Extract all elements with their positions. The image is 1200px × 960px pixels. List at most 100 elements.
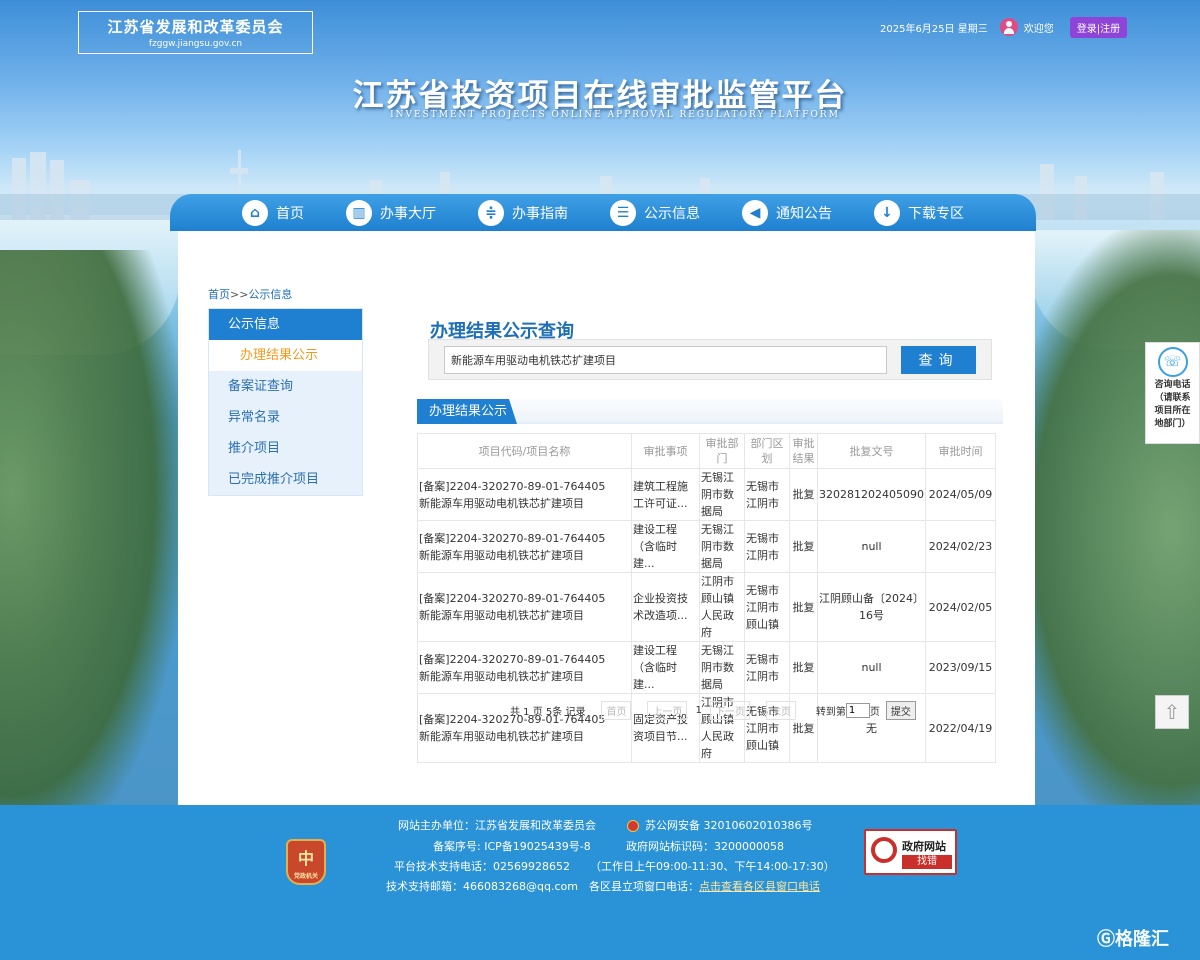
window-phone-link[interactable]: 点击查看各区县窗口电话 — [699, 880, 820, 893]
col-item: 审批事项 — [631, 433, 700, 469]
doc-number: null — [817, 520, 926, 573]
org-url: fzggw.jiangsu.gov.cn — [148, 39, 243, 49]
project-name[interactable]: 新能源车用驱动电机铁芯扩建项目 — [419, 547, 630, 564]
sidebar-item-completed-promotions[interactable]: 已完成推介项目 — [209, 464, 362, 495]
pager-current: 1 — [695, 705, 702, 716]
pager-submit-button[interactable]: 提交 — [885, 701, 916, 720]
pagination: 共 1 页 5条 记录 首页 上一页 1 下一页 末页 转到第 页 提交 — [510, 701, 916, 720]
pager-prev-button[interactable]: 上一页 — [647, 701, 688, 720]
consult-phone-widget[interactable]: ☏ 咨询电话 （请联系 项目所在 地部门） — [1145, 342, 1200, 444]
approval-date: 2024/02/23 — [925, 520, 996, 573]
main-nav: ⌂ 首页 ▥ 办事大厅 ≑ 办事指南 ☰ 公示信息 ◀ 通知公告 ↓ 下载专区 — [170, 194, 1036, 231]
party-gov-badge-icon[interactable]: 中党政机关 — [286, 839, 326, 885]
consult-line1: 咨询电话 — [1154, 380, 1191, 390]
table-row[interactable]: [备案]2204-320270-89-01-764405 新能源车用驱动电机铁芯扩… — [417, 641, 996, 694]
table-row[interactable]: [备案]2204-320270-89-01-764405 新能源车用驱动电机铁芯扩… — [417, 520, 996, 573]
nav-home[interactable]: ⌂ 首页 — [242, 199, 304, 226]
footer: 中党政机关 网站主办单位：江苏省发展和改革委员会 苏公网安备 320106020… — [0, 805, 1200, 960]
breadcrumb: 首页>>公示信息 — [208, 286, 292, 302]
gov-website-error-badge[interactable]: 政府网站 找错 — [864, 829, 957, 875]
approval-dept: 无锡江阴市数据局 — [699, 468, 745, 521]
approval-date: 2022/04/19 — [925, 693, 996, 763]
police-badge-icon — [627, 820, 639, 832]
nav-service-hall[interactable]: ▥ 办事大厅 — [346, 199, 436, 226]
phone-icon: ☏ — [1157, 347, 1188, 377]
search-input[interactable] — [444, 346, 887, 374]
project-name[interactable]: 新能源车用驱动电机铁芯扩建项目 — [419, 728, 630, 745]
sidebar-title[interactable]: 公示信息 — [209, 309, 362, 340]
breadcrumb-home[interactable]: 首页 — [208, 288, 230, 301]
sidebar-item-abnormal-list[interactable]: 异常名录 — [209, 402, 362, 433]
approval-dept: 无锡江阴市数据局 — [699, 641, 745, 694]
approval-result: 批复 — [789, 572, 818, 642]
welcome-text: 欢迎您 — [1023, 23, 1054, 35]
land-left — [0, 250, 180, 805]
doc-number: 320281202405090... — [817, 468, 926, 521]
guide-icon: ≑ — [478, 199, 504, 226]
table-header-row: 项目代码/项目名称 审批事项 审批部门 部门区划 审批结果 批复文号 审批时间 — [417, 433, 996, 469]
footer-icp[interactable]: 备案序号: ICP备19025439号-8 — [433, 838, 591, 854]
project-name[interactable]: 新能源车用驱动电机铁芯扩建项目 — [419, 495, 630, 512]
results-section-bar: 办理结果公示 — [417, 399, 1003, 424]
login-register-button[interactable]: 登录|注册 — [1069, 16, 1128, 38]
approval-date: 2023/09/15 — [925, 641, 996, 694]
doc-number: null — [817, 641, 926, 694]
approval-date: 2024/05/09 — [925, 468, 996, 521]
col-dept: 审批部门 — [699, 433, 745, 469]
nav-downloads[interactable]: ↓ 下载专区 — [874, 199, 964, 226]
arrow-up-icon: ⇧ — [1163, 700, 1181, 724]
nav-label: 办事指南 — [512, 205, 568, 222]
table-row[interactable]: [备案]2204-320270-89-01-764405 新能源车用驱动电机铁芯扩… — [417, 572, 996, 642]
project-code[interactable]: [备案]2204-320270-89-01-764405 — [419, 530, 630, 547]
footer-gov-id: 政府网站标识码：3200000058 — [626, 840, 784, 853]
pager-last-button[interactable]: 末页 — [765, 701, 796, 720]
nav-notices[interactable]: ◀ 通知公告 — [742, 199, 832, 226]
footer-sponsor: 网站主办单位：江苏省发展和改革委员会 — [398, 819, 596, 832]
pager-next-button[interactable]: 下一页 — [709, 701, 750, 720]
dept-region: 无锡市江阴市 — [744, 520, 790, 573]
sidebar-item-record-query[interactable]: 备案证查询 — [209, 371, 362, 402]
sidebar-item-promoted-projects[interactable]: 推介项目 — [209, 433, 362, 464]
site-logo[interactable]: 江苏省发展和改革委员会 fzggw.jiangsu.gov.cn — [78, 11, 313, 54]
sidebar-item-result-publicity[interactable]: 办理结果公示 — [209, 340, 362, 371]
platform-title: 江苏省投资项目在线审批监管平台 — [352, 78, 848, 114]
back-to-top-button[interactable]: ⇧ — [1155, 695, 1189, 729]
nav-public-info[interactable]: ☰ 公示信息 — [610, 199, 700, 226]
nav-guide[interactable]: ≑ 办事指南 — [478, 199, 568, 226]
platform-subtitle: INVESTMENT PROJECTS ONLINE APPROVAL REGU… — [390, 110, 840, 120]
footer-tech-phone: 平台技术支持电话：02569928652 — [394, 860, 570, 873]
approval-item: 建筑工程施工许可证... — [631, 468, 700, 521]
nav-label: 办事大厅 — [380, 205, 436, 222]
footer-police-record[interactable]: 苏公网安备 32010602010386号 — [627, 817, 812, 833]
col-region: 部门区划 — [744, 433, 790, 469]
approval-item: 建设工程（含临时建... — [631, 641, 700, 694]
col-doc-number: 批复文号 — [817, 433, 926, 469]
gov-badge-action: 找错 — [902, 855, 952, 869]
footer-tech-email: 技术支持邮箱：466083268@qq.com — [386, 880, 578, 893]
watermark-text: 格隆汇 — [1115, 929, 1169, 950]
project-code[interactable]: [备案]2204-320270-89-01-764405 — [419, 590, 630, 607]
query-button[interactable]: 查询 — [901, 346, 976, 374]
pager-goto-input[interactable] — [845, 703, 870, 718]
project-code[interactable]: [备案]2204-320270-89-01-764405 — [419, 478, 630, 495]
gov-badge-title: 政府网站 — [902, 840, 946, 853]
pager-first-button[interactable]: 首页 — [601, 701, 632, 720]
project-name[interactable]: 新能源车用驱动电机铁芯扩建项目 — [419, 668, 630, 685]
approval-dept: 无锡江阴市数据局 — [699, 520, 745, 573]
project-name[interactable]: 新能源车用驱动电机铁芯扩建项目 — [419, 607, 630, 624]
dept-region: 无锡市江阴市 — [744, 468, 790, 521]
results-tab[interactable]: 办理结果公示 — [417, 399, 517, 424]
project-code[interactable]: [备案]2204-320270-89-01-764405 — [419, 651, 630, 668]
doc-number: 江阴顾山备〔2024〕16号 — [817, 572, 926, 642]
approval-item: 建设工程（含临时建... — [631, 520, 700, 573]
breadcrumb-current[interactable]: 公示信息 — [248, 288, 292, 301]
footer-hours: （工作日上午09:00-11:30、下午14:00-17:30） — [590, 860, 835, 873]
approval-result: 批复 — [789, 468, 818, 521]
approval-item: 企业投资技术改造项... — [631, 572, 700, 642]
table-row[interactable]: [备案]2204-320270-89-01-764405 新能源车用驱动电机铁芯扩… — [417, 468, 996, 521]
approval-date: 2024/02/05 — [925, 572, 996, 642]
approval-dept: 江阴市顾山镇人民政府 — [699, 572, 745, 642]
main-content: 首页>>公示信息 公示信息 办理结果公示 备案证查询 异常名录 推介项目 已完成… — [178, 231, 1035, 805]
org-name: 江苏省发展和改革委员会 — [107, 18, 284, 36]
footer-police-text: 苏公网安备 32010602010386号 — [645, 819, 813, 832]
